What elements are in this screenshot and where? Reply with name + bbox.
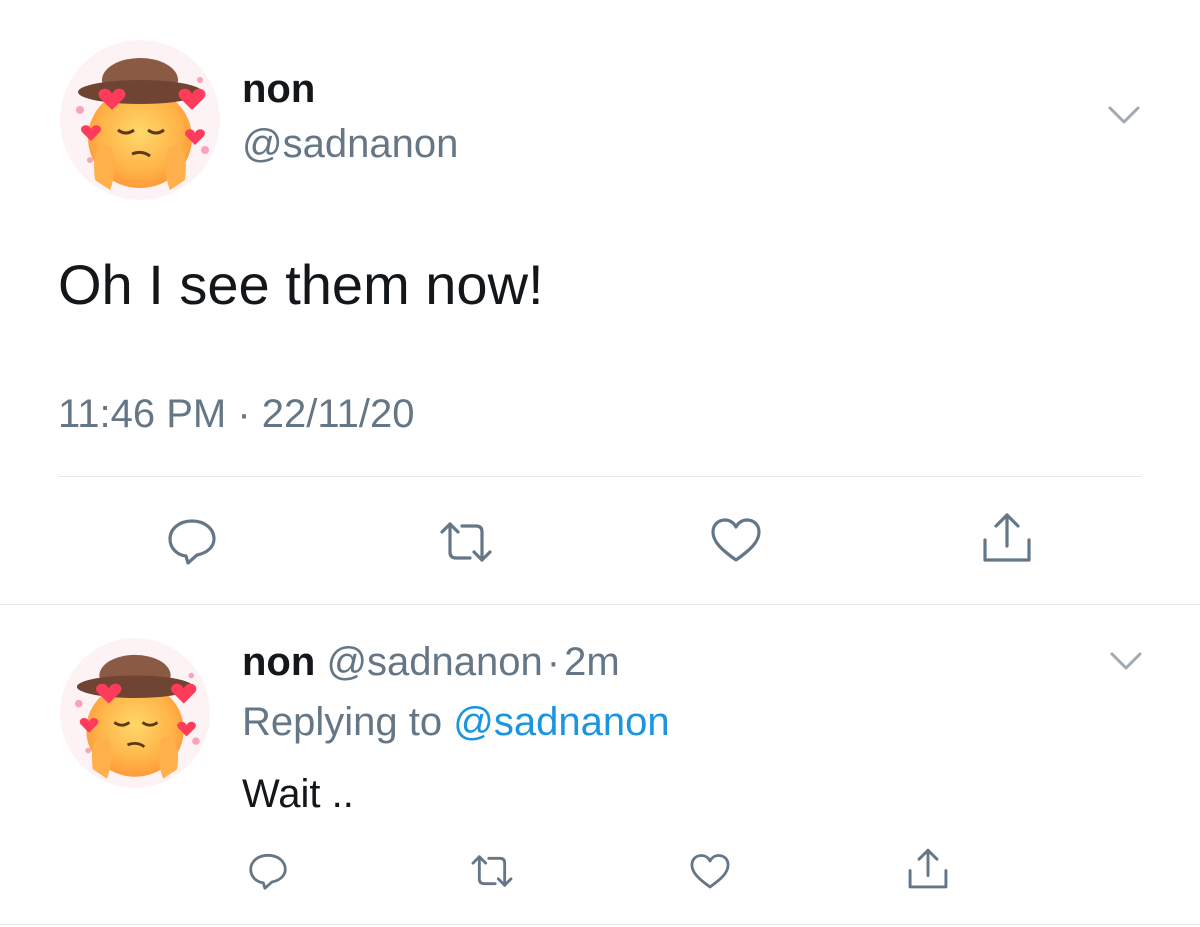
chevron-down-icon[interactable] — [1104, 100, 1144, 130]
time-ago[interactable]: 2m — [564, 640, 620, 684]
chevron-down-icon[interactable] — [1106, 646, 1146, 676]
user-handle[interactable]: @sadnanon — [242, 120, 458, 168]
display-name[interactable]: non — [242, 640, 315, 684]
like-icon[interactable] — [708, 516, 764, 566]
retweet-icon[interactable] — [468, 852, 516, 890]
avatar[interactable] — [60, 40, 220, 200]
reply-header: non @sadnanon · 2m — [242, 638, 620, 686]
display-name[interactable]: non — [242, 65, 315, 113]
tweet-text: Oh I see them now! — [58, 253, 544, 316]
separator-dot: · — [546, 640, 561, 684]
replying-to: Replying to @sadnanon — [242, 698, 670, 746]
tweet-text: Wait .. — [242, 772, 354, 816]
divider — [0, 924, 1200, 925]
replying-to-handle[interactable]: @sadnanon — [453, 700, 669, 744]
reply-icon[interactable] — [164, 515, 220, 567]
avatar[interactable] — [60, 638, 210, 788]
tweet-timestamp[interactable]: 11:46 PM · 22/11/20 — [58, 390, 415, 438]
pleading-face-emoji-icon — [60, 40, 220, 200]
retweet-icon[interactable] — [436, 518, 496, 566]
pleading-face-emoji-icon — [60, 638, 210, 788]
replying-to-label: Replying to — [242, 700, 443, 744]
divider — [58, 476, 1142, 477]
like-icon[interactable] — [688, 852, 732, 892]
share-icon[interactable] — [906, 846, 950, 892]
user-handle[interactable]: @sadnanon — [326, 640, 542, 684]
share-icon[interactable] — [980, 510, 1034, 566]
reply-icon[interactable] — [246, 850, 290, 892]
divider — [0, 604, 1200, 605]
